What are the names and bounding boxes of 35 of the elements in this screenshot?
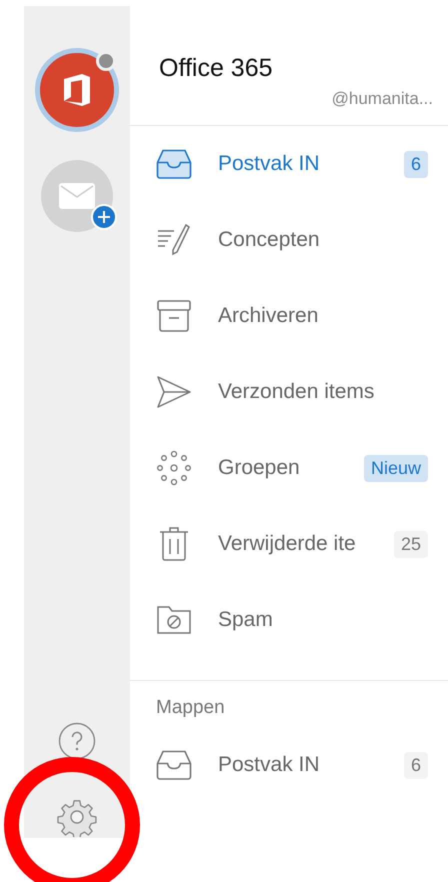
settings-icon[interactable] xyxy=(57,797,97,837)
folder-label: Groepen xyxy=(218,456,301,480)
folder-label: Concepten xyxy=(218,228,321,252)
folder-item[interactable]: Postvak IN 6 xyxy=(130,126,448,202)
unread-count: 25 xyxy=(394,530,428,558)
folder-label: Postvak IN xyxy=(218,753,321,777)
account-title: Office 365 xyxy=(159,54,274,83)
unread-count: 6 xyxy=(404,752,428,778)
folder-label: Verzonden items xyxy=(218,380,376,404)
folder-label: Verwijderde ite xyxy=(218,532,357,556)
unread-count: 6 xyxy=(404,150,428,178)
inbox-tray-icon xyxy=(156,149,192,179)
paper-plane-icon xyxy=(156,375,192,409)
folder-item[interactable]: Spam xyxy=(130,582,448,658)
archive-box-icon xyxy=(156,299,192,333)
folder-item[interactable]: Groepen Nieuw xyxy=(130,430,448,506)
inbox-tray-icon xyxy=(156,750,192,780)
help-icon[interactable] xyxy=(58,722,96,760)
folder-item[interactable]: Archiveren xyxy=(130,278,448,354)
folder-item[interactable]: Verwijderde ite 25 xyxy=(130,506,448,582)
folder-label: Archiveren xyxy=(218,304,320,328)
folder-item[interactable]: Postvak IN 6 xyxy=(130,727,448,803)
office-logo-icon xyxy=(62,73,92,107)
plus-icon xyxy=(91,204,117,230)
folder-label: Spam xyxy=(218,608,274,632)
folder-item[interactable]: Concepten xyxy=(130,202,448,278)
new-badge: Nieuw xyxy=(364,454,428,482)
dots-circle-icon xyxy=(156,450,192,486)
folder-label: Postvak IN xyxy=(218,152,321,176)
account-handle: @humanita... xyxy=(332,89,433,109)
envelope-icon xyxy=(59,183,95,209)
folder-item[interactable]: Verzonden items xyxy=(130,354,448,430)
pencil-lines-icon xyxy=(156,222,192,258)
section-title: Mappen xyxy=(155,697,226,719)
folder-blocked-icon xyxy=(156,605,192,635)
